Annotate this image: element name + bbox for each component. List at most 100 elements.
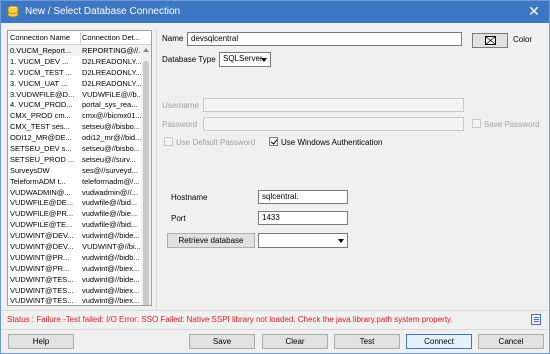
connection-details-cell: REPORTING@//... — [82, 46, 143, 55]
connection-row[interactable]: VUDWINT@PR... vudwint@//bidb... — [8, 252, 143, 263]
connection-row[interactable]: VUDWINT@PR... vudwint@//biex... — [8, 263, 143, 274]
use-default-password-checkbox[interactable] — [164, 137, 173, 146]
chevron-down-icon — [338, 239, 344, 243]
close-icon: ✕ — [528, 3, 540, 19]
connection-name-cell: VUDWINT@PR... — [10, 252, 70, 262]
save-password-label: Save Password — [484, 120, 540, 129]
connection-row[interactable]: SETSEU_PROD ... setseu@//surv... — [8, 154, 143, 165]
connection-row[interactable]: 4. VUCM_PROD... portal_sys_rea... — [8, 99, 143, 110]
use-windows-auth-checkbox[interactable] — [269, 137, 278, 146]
connection-name-cell: VUDWINT@TES... — [10, 296, 74, 306]
connection-details-cell: VUDWFILE@//b... — [82, 89, 143, 99]
connection-row[interactable]: ODI12_MR@DE... odi12_mr@//bid... — [8, 132, 143, 143]
connection-row[interactable]: 2. VUCM_TEST ... D2LREADONLY... — [8, 67, 143, 78]
connection-name-cell: VUDWFILE@PR... — [10, 209, 74, 219]
connection-name-cell: 3.VUDWFILE@D... — [10, 89, 75, 99]
port-input[interactable]: 1433 — [258, 211, 348, 225]
connection-details-cell: portal_sys_rea... — [82, 100, 138, 110]
name-input[interactable]: devsqlcentral — [187, 32, 462, 46]
connection-name-cell: VUDWFILE@TE... — [10, 220, 73, 230]
connection-details-cell: vudwint@//biex... — [82, 263, 140, 273]
color-button[interactable] — [472, 33, 508, 48]
connection-name-cell: 2. VUCM_TEST ... — [10, 67, 72, 77]
connection-details-cell: setseu@//surv... — [82, 154, 136, 164]
username-label: Username — [162, 101, 199, 110]
database-select[interactable] — [258, 233, 348, 248]
connection-name-cell: VUDWINT@TES... — [10, 274, 74, 284]
connection-row[interactable]: VUDWFILE@DE... vudwfile@//bid... — [8, 197, 143, 208]
connection-dialog: New / Select Database Connection ✕ Conne… — [0, 0, 550, 354]
connection-details-cell: ses@//surveyd... — [82, 165, 138, 175]
database-type-label: Database Type — [162, 55, 216, 64]
connection-details-cell: vudwfile@//bid... — [82, 220, 138, 230]
save-button[interactable]: Save — [189, 334, 255, 349]
connection-name-cell: SurveysDW — [10, 165, 50, 175]
cancel-button[interactable]: Cancel — [478, 334, 544, 349]
connection-name-cell: VUDWINT@PR... — [10, 263, 70, 273]
connection-row[interactable]: CMX_PROD cm... cmx@//bicmx01... — [8, 110, 143, 121]
connection-rows: 0.VUCM_Report... REPORTING@//... 1. VUCM_D… — [8, 45, 143, 306]
connection-name-cell: ODI12_MR@DE... — [10, 133, 72, 143]
connection-name-cell: 4. VUCM_PROD... — [10, 100, 73, 110]
clear-button[interactable]: Clear — [262, 334, 328, 349]
connection-name-cell: 3. VUCM_UAT ... — [10, 78, 68, 88]
window-title: New / Select Database Connection — [25, 6, 181, 17]
connection-details-cell: vudwint@//biex... — [82, 285, 140, 295]
connection-row[interactable]: VUDWINT@DEV... vudwint@//bide... — [8, 230, 143, 241]
connection-name-cell: CMX_PROD cm... — [10, 111, 71, 121]
connection-row[interactable]: VUDWINT@TES... vudwint@//biex... — [8, 295, 143, 306]
log-icon[interactable] — [531, 314, 541, 325]
retrieve-database-button[interactable]: Retrieve database — [167, 233, 255, 248]
connection-details-cell: vudwadmin@//... — [82, 187, 138, 197]
status-separator — [1, 310, 549, 311]
use-windows-auth-label: Use Windows Authentication — [281, 138, 383, 147]
connection-row[interactable]: 0.VUCM_Report... REPORTING@//... — [8, 45, 143, 56]
connection-details-cell: vudwfile@//bie... — [82, 209, 138, 219]
connection-details-cell: vudwint@//biex... — [82, 296, 140, 306]
connection-row[interactable]: 1. VUCM_DEV ... D2LREADONLY... — [8, 56, 143, 67]
connection-details-cell: odi12_mr@//bid... — [82, 133, 142, 143]
close-button[interactable]: ✕ — [519, 1, 549, 23]
connection-name-cell: SETSEU_DEV s... — [10, 144, 72, 154]
connection-name-cell: VUDWINT@DEV... — [10, 242, 74, 252]
connection-details-cell: D2LREADONLY... — [82, 78, 142, 88]
use-default-password-label: Use Default Password — [176, 138, 256, 147]
connection-row[interactable]: CMX_TEST ses... setseu@//bisbo... — [8, 121, 143, 132]
connection-row[interactable]: VUDWFILE@PR... vudwfile@//bie... — [8, 208, 143, 219]
password-input[interactable] — [203, 117, 464, 131]
connection-list[interactable]: Connection Name Connection Det... 0.VUCM… — [7, 30, 152, 306]
connect-button[interactable]: Connect — [406, 334, 472, 349]
username-input[interactable] — [203, 98, 464, 112]
connection-details-cell: setseu@//bisbo... — [82, 144, 141, 154]
connection-details-cell: vudwint@//bidb... — [82, 252, 140, 262]
hostname-input[interactable]: sqlcentral. — [258, 190, 348, 204]
column-divider[interactable] — [80, 32, 81, 44]
connection-row[interactable]: VUDWFILE@TE... vudwfile@//bid... — [8, 219, 143, 230]
password-label: Password — [162, 120, 198, 129]
list-scrollbar[interactable] — [141, 45, 151, 305]
connection-row[interactable]: 3.VUDWFILE@D... VUDWFILE@//b... — [8, 89, 143, 100]
help-button[interactable]: Help — [8, 334, 74, 349]
connection-name-cell: VUDWINT@TES... — [10, 285, 74, 295]
scroll-up-arrow-icon[interactable] — [143, 48, 149, 52]
connection-row[interactable]: 3. VUCM_UAT ... D2LREADONLY... — [8, 78, 143, 89]
connection-details-cell: cmx@//bicmx01... — [82, 111, 142, 121]
database-type-select[interactable]: SQLServer — [219, 52, 271, 67]
column-header-connection-details[interactable]: Connection Det... — [82, 33, 144, 42]
test-button[interactable]: Test — [334, 334, 400, 349]
connection-name-cell: 1. VUCM_DEV ... — [10, 56, 69, 66]
connection-row[interactable]: VUDWINT@DEV... VUDWINT@//bi... — [8, 241, 143, 252]
column-header-connection-name[interactable]: Connection Name — [10, 33, 79, 42]
connection-details-cell: VUDWINT@//bi... — [82, 242, 141, 252]
connection-row[interactable]: VUDWINT@TES... vudwint@//biex... — [8, 285, 143, 296]
connection-row[interactable]: VUDWADMIN@... vudwadmin@//... — [8, 187, 143, 198]
connection-row[interactable]: TeleformADM t... teleformadm@/... — [8, 176, 143, 187]
status-message: Status : Failure -Test failed: I/O Error… — [7, 315, 453, 324]
scroll-thumb[interactable] — [143, 61, 149, 305]
save-password-checkbox[interactable] — [472, 119, 481, 128]
connection-name-cell: VUDWINT@DEV... — [10, 231, 74, 241]
hostname-label: Hostname — [171, 193, 208, 202]
connection-row[interactable]: VUDWINT@TES... vudwint@//bide... — [8, 274, 143, 285]
connection-row[interactable]: SurveysDW ses@//surveyd... — [8, 165, 143, 176]
connection-row[interactable]: SETSEU_DEV s... setseu@//bisbo... — [8, 143, 143, 154]
